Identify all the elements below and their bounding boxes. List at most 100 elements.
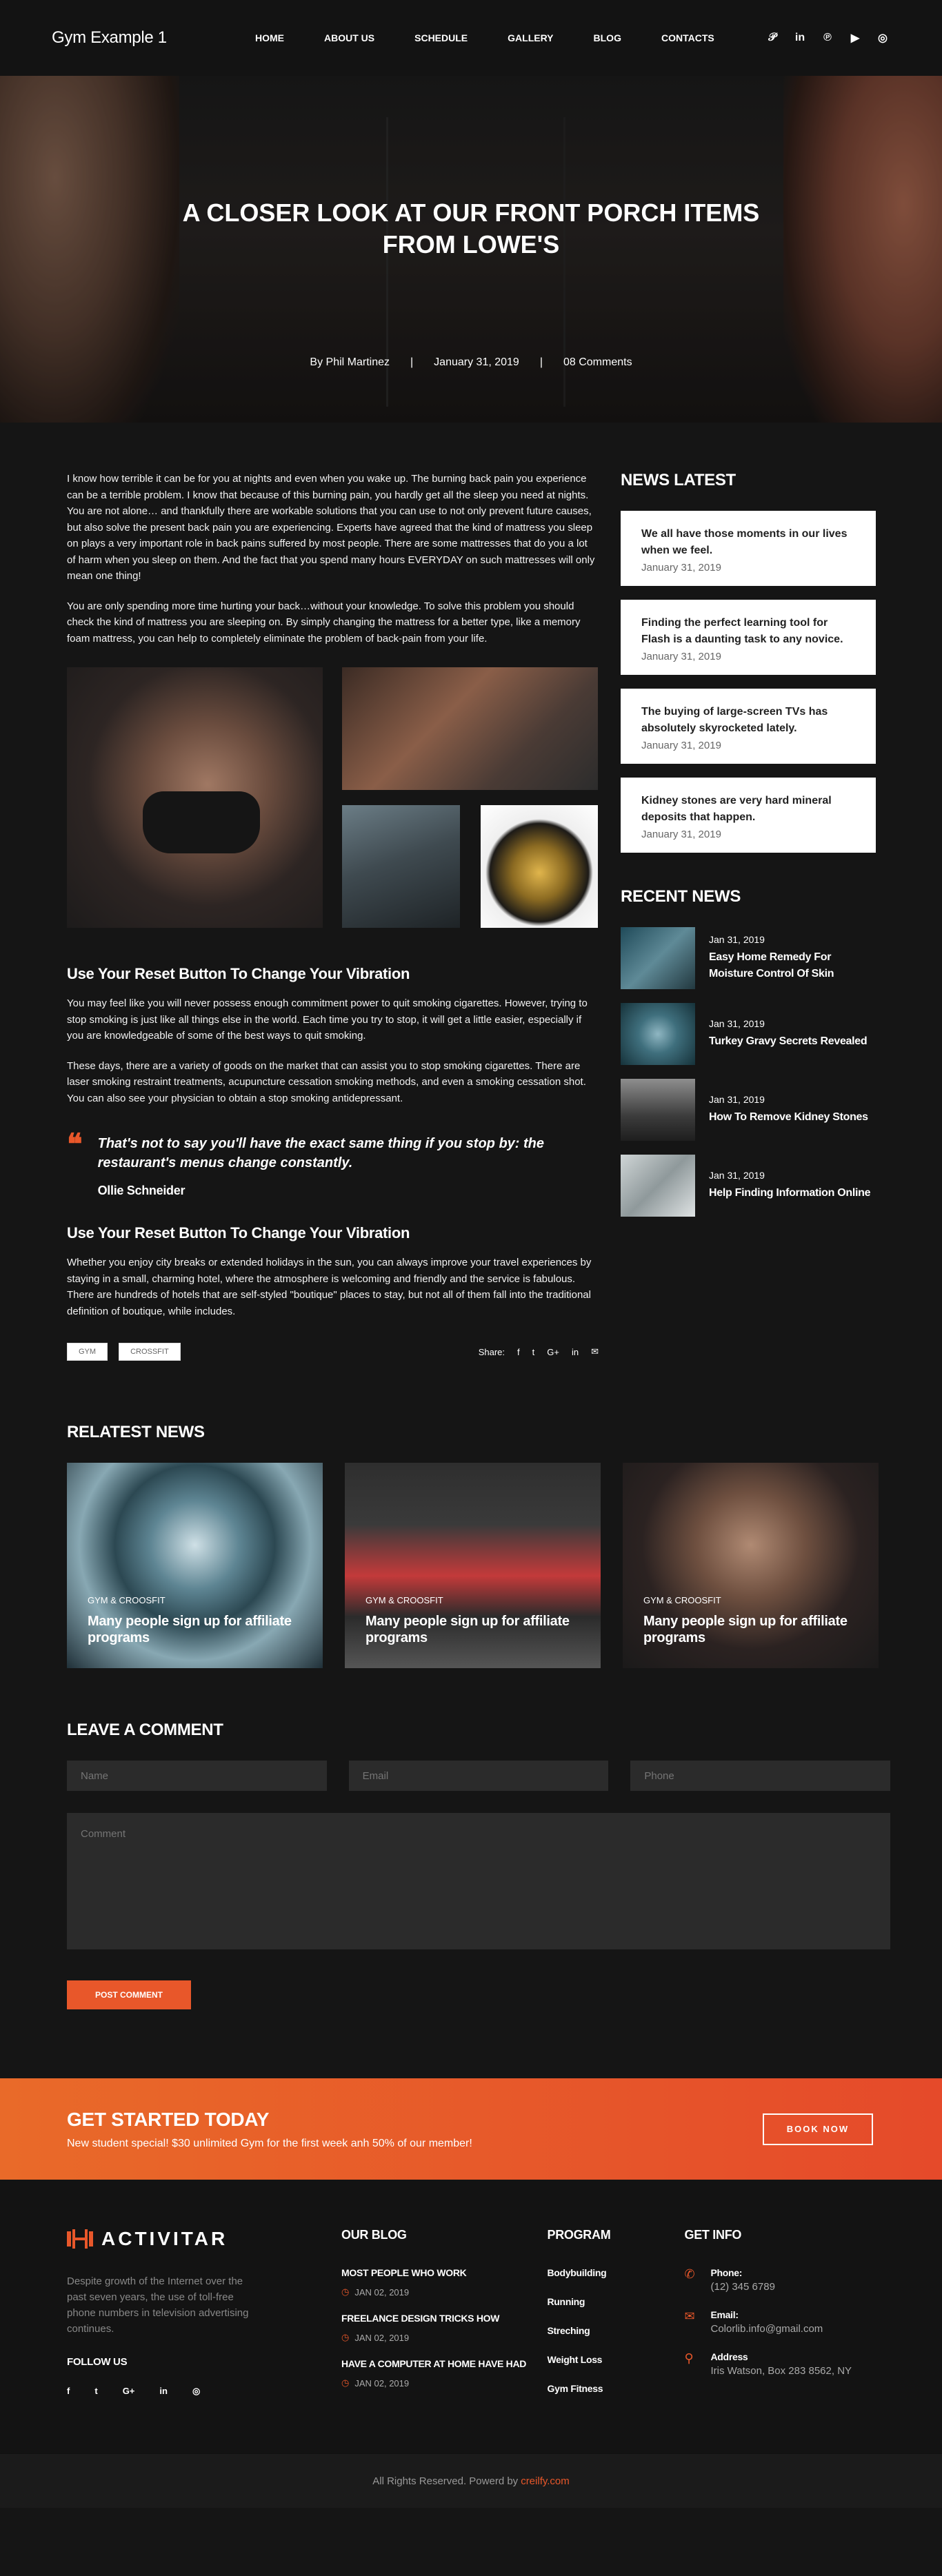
latest-news-card[interactable]: The buying of large-screen TVs has absol… — [621, 689, 876, 764]
article-paragraph: Whether you enjoy city breaks or extende… — [67, 1257, 592, 1317]
title-line-2: FROM LOWE'S — [382, 230, 560, 258]
section-heading: Use Your Reset Button To Change Your Vib… — [67, 965, 410, 982]
phone-input[interactable] — [630, 1761, 891, 1791]
recent-news-text: Jan 31, 2019 How To Remove Kidney Stones — [709, 1094, 868, 1126]
copyright-link[interactable]: creilfy.com — [521, 2475, 570, 2487]
google-plus-icon[interactable]: G+ — [123, 2386, 135, 2397]
footer-blog-date: JAN 02, 2019 — [354, 2377, 410, 2389]
latest-news-card[interactable]: We all have those moments in our lives w… — [621, 511, 876, 586]
twitter-icon[interactable]: t — [532, 1347, 535, 1357]
recent-news-title[interactable]: Turkey Gravy Secrets Revealed — [709, 1033, 868, 1050]
title-line-1: A CLOSER LOOK AT OUR FRONT PORCH ITEMS — [182, 199, 760, 227]
footer-logo[interactable]: ACTIVITAR — [67, 2228, 341, 2250]
latest-news-title[interactable]: We all have those moments in our lives w… — [641, 526, 855, 559]
hero-banner: A CLOSER LOOK AT OUR FRONT PORCH ITEMS F… — [0, 76, 942, 423]
program-link-streching[interactable]: Streching — [548, 2325, 685, 2336]
nav-gallery[interactable]: GALLERY — [508, 32, 553, 43]
site-header: Gym Example 1 HOME ABOUT US SCHEDULE GAL… — [0, 0, 942, 76]
cta-title: GET STARTED TODAY — [67, 2108, 270, 2130]
pinterest-icon[interactable]: 𝒫 — [765, 30, 780, 45]
comment-textarea[interactable] — [67, 1813, 890, 1949]
recent-news-title[interactable]: How To Remove Kidney Stones — [709, 1109, 868, 1126]
email-value[interactable]: Colorlib.info@gmail.com — [711, 2323, 823, 2335]
linkedin-icon[interactable]: in — [572, 1347, 579, 1357]
latest-news-title[interactable]: Kidney stones are very hard mineral depo… — [641, 793, 855, 826]
footer-social: f t G+ in ◎ — [67, 2386, 341, 2397]
program-link-weight-loss[interactable]: Weight Loss — [548, 2354, 685, 2365]
footer-info-heading: GET INFO — [684, 2228, 742, 2242]
recent-news-thumbnail[interactable] — [621, 927, 695, 989]
recent-news-title[interactable]: Help Finding Information Online — [709, 1185, 871, 1201]
youtube-icon[interactable]: ▶ — [848, 30, 863, 45]
footer-blog-heading: OUR BLOG — [341, 2228, 407, 2242]
recent-news-thumbnail[interactable] — [621, 1155, 695, 1217]
nav-home[interactable]: HOME — [255, 32, 284, 43]
nav-contacts[interactable]: CONTACTS — [661, 32, 714, 43]
email-input[interactable] — [348, 1761, 609, 1791]
brand-logo[interactable]: Gym Example 1 — [52, 28, 255, 48]
footer-blog-item[interactable]: MOST PEOPLE WHO WORK ◷ JAN 02, 2019 — [341, 2267, 548, 2298]
boxer-image — [342, 667, 598, 790]
program-link-running[interactable]: Running — [548, 2296, 685, 2307]
recent-news-item[interactable]: Jan 31, 2019 Help Finding Information On… — [621, 1155, 876, 1217]
tag-gym[interactable]: GYM — [67, 1343, 108, 1361]
recent-news-item[interactable]: Jan 31, 2019 Easy Home Remedy For Moistu… — [621, 927, 876, 989]
recent-news-thumbnail[interactable] — [621, 1003, 695, 1065]
post-author[interactable]: By Phil Martinez — [310, 356, 390, 369]
latest-news-card[interactable]: Finding the perfect learning tool for Fl… — [621, 600, 876, 675]
linkedin-icon[interactable]: in — [159, 2386, 168, 2397]
related-news-card[interactable]: GYM & CROOSFIT Many people sign up for a… — [623, 1463, 879, 1668]
footer-blog-date: JAN 02, 2019 — [354, 2286, 410, 2298]
related-news-title[interactable]: Many people sign up for affiliate progra… — [365, 1613, 601, 1646]
latest-news-date: January 31, 2019 — [641, 562, 721, 574]
recent-news-thumbnail[interactable] — [621, 1079, 695, 1141]
instagram-icon[interactable]: ◎ — [192, 2386, 200, 2397]
recent-news-text: Jan 31, 2019 Help Finding Information On… — [709, 1170, 871, 1201]
latest-news-title[interactable]: Finding the perfect learning tool for Fl… — [641, 615, 855, 648]
share-links: Share: f t G+ in ✉ — [479, 1346, 599, 1357]
email-icon[interactable]: ✉ — [591, 1346, 599, 1357]
linkedin-icon[interactable]: in — [792, 30, 808, 45]
gallery-row — [342, 805, 598, 928]
footer-blog-meta: ◷ JAN 02, 2019 — [341, 2286, 548, 2298]
facebook-icon[interactable]: f — [517, 1347, 520, 1357]
nav-blog[interactable]: BLOG — [594, 32, 621, 43]
nav-about-us[interactable]: ABOUT US — [324, 32, 374, 43]
footer-blog-title[interactable]: HAVE A COMPUTER AT HOME HAVE HAD — [341, 2358, 548, 2369]
related-news-title[interactable]: Many people sign up for affiliate progra… — [643, 1613, 879, 1646]
related-news-title[interactable]: Many people sign up for affiliate progra… — [88, 1613, 323, 1646]
footer-blog-title[interactable]: MOST PEOPLE WHO WORK — [341, 2267, 548, 2278]
google-plus-icon[interactable]: G+ — [547, 1347, 559, 1357]
footer-blog-title[interactable]: FREELANCE DESIGN TRICKS HOW — [341, 2313, 548, 2324]
recent-news-item[interactable]: Jan 31, 2019 Turkey Gravy Secrets Reveal… — [621, 1003, 876, 1065]
latest-news-card[interactable]: Kidney stones are very hard mineral depo… — [621, 778, 876, 853]
athlete-back-image — [67, 667, 323, 928]
footer-blog-item[interactable]: HAVE A COMPUTER AT HOME HAVE HAD ◷ JAN 02… — [341, 2358, 548, 2389]
post-comment-button[interactable]: POST COMMENT — [67, 1980, 191, 2009]
program-link-gym-fitness[interactable]: Gym Fitness — [548, 2383, 685, 2394]
facebook-icon[interactable]: f — [67, 2386, 70, 2397]
related-news-card[interactable]: GYM & CROOSFIT Many people sign up for a… — [345, 1463, 601, 1668]
tag-crossfit[interactable]: CROSSFIT — [119, 1343, 181, 1361]
nav-schedule[interactable]: SCHEDULE — [414, 32, 468, 43]
name-input[interactable] — [67, 1761, 327, 1791]
get-started-banner: GET STARTED TODAY New student special! $… — [0, 2078, 942, 2180]
post-comments-count[interactable]: 08 Comments — [563, 356, 632, 369]
latest-news-date: January 31, 2019 — [641, 651, 721, 662]
clock-icon: ◷ — [341, 2286, 350, 2297]
recent-news-title[interactable]: Easy Home Remedy For Moisture Control Of… — [709, 949, 876, 982]
copyright-bar: All Rights Reserved. Powerd by creilfy.c… — [0, 2453, 942, 2508]
program-link-bodybuilding[interactable]: Bodybuilding — [548, 2267, 685, 2278]
kettlebell-image — [481, 805, 598, 928]
pinterest-icon[interactable]: ℗ — [820, 30, 835, 45]
footer-blog-item[interactable]: FREELANCE DESIGN TRICKS HOW ◷ JAN 02, 201… — [341, 2313, 548, 2343]
phone-label: Phone: — [710, 2267, 743, 2278]
copyright-text: All Rights Reserved. Powerd by — [372, 2475, 519, 2487]
recent-news-item[interactable]: Jan 31, 2019 How To Remove Kidney Stones — [621, 1079, 876, 1141]
instagram-icon[interactable]: ◎ — [875, 30, 890, 45]
book-now-button[interactable]: BOOK NOW — [763, 2113, 873, 2145]
related-news-card[interactable]: GYM & CROOSFIT Many people sign up for a… — [67, 1463, 323, 1668]
twitter-icon[interactable]: t — [94, 2386, 97, 2397]
latest-news-title[interactable]: The buying of large-screen TVs has absol… — [641, 704, 855, 737]
meta-separator: | — [410, 356, 414, 368]
